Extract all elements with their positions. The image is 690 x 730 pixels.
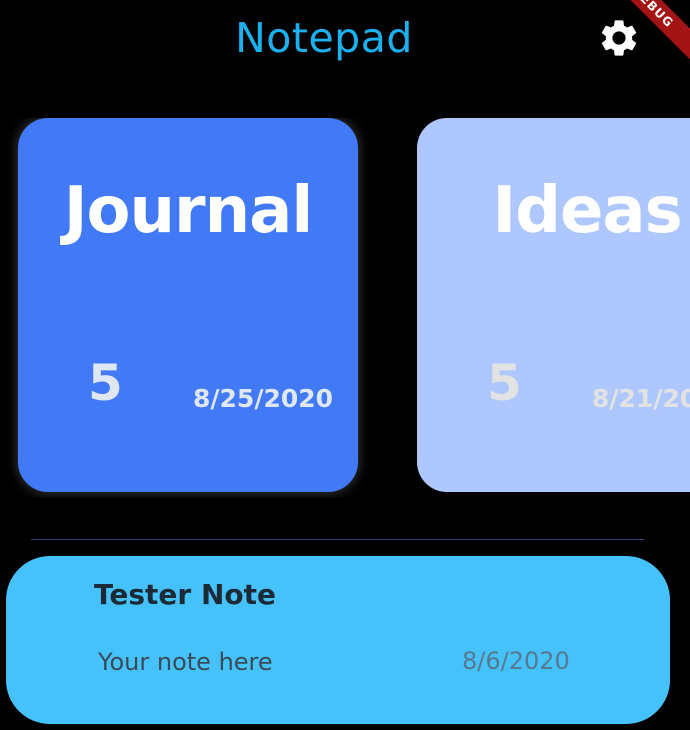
category-date: 8/25/2020 — [193, 384, 334, 413]
category-card-journal[interactable]: Journal 5 8/25/2020 — [18, 118, 358, 492]
category-title: Ideas — [492, 174, 682, 248]
category-title: Journal — [63, 174, 314, 248]
category-card-ideas[interactable]: Ideas 5 8/21/2020 — [417, 118, 690, 492]
note-date: 8/6/2020 — [462, 647, 570, 675]
note-preview: Your note here — [98, 648, 273, 676]
page-title: Notepad — [235, 14, 413, 62]
category-note-count: 5 — [88, 354, 123, 412]
category-date: 8/21/2020 — [592, 384, 690, 413]
note-title: Tester Note — [94, 578, 277, 611]
settings-button[interactable] — [596, 15, 642, 61]
gear-icon — [601, 20, 637, 56]
category-carousel[interactable]: Journal 5 8/25/2020 Ideas 5 8/21/2020 — [0, 118, 690, 498]
notepad-app: Notepad DEBUG Journal 5 8/25/2020 Ideas … — [0, 0, 690, 730]
category-note-count: 5 — [487, 354, 522, 412]
note-card[interactable]: Tester Note Your note here 8/6/2020 — [6, 556, 670, 724]
divider — [31, 539, 644, 540]
